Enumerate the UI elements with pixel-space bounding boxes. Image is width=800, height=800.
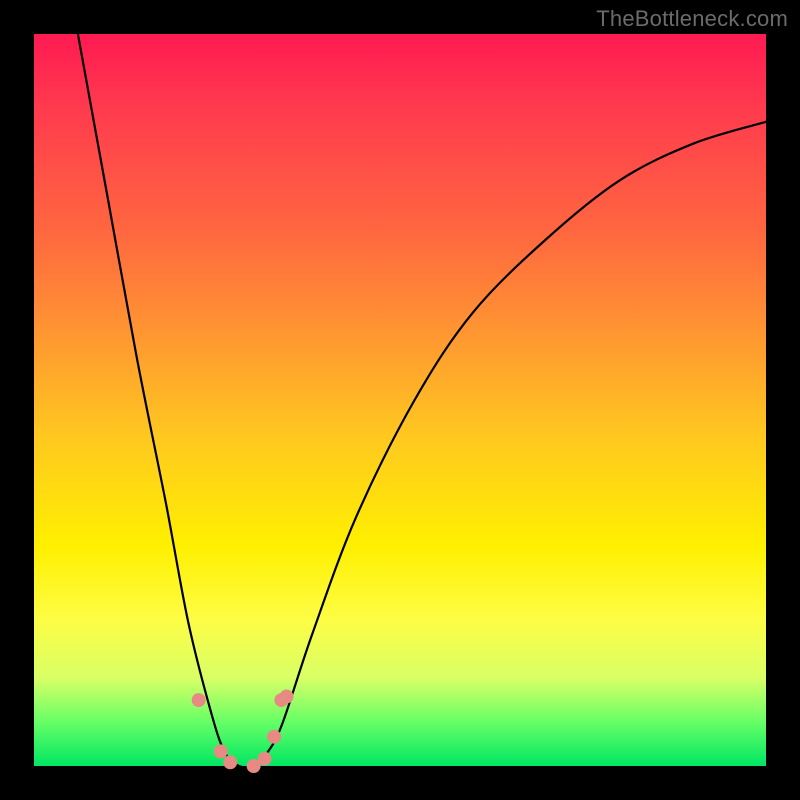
- highlight-dot: [214, 744, 228, 758]
- highlight-dot: [192, 693, 206, 707]
- bottleneck-curve: [78, 34, 766, 768]
- watermark-text: TheBottleneck.com: [596, 6, 788, 32]
- highlight-dot: [223, 755, 237, 769]
- highlight-dots: [192, 690, 294, 774]
- curve-layer: [34, 34, 766, 766]
- plot-area: [34, 34, 766, 766]
- chart-frame: TheBottleneck.com: [0, 0, 800, 800]
- highlight-dot: [258, 752, 272, 766]
- highlight-dot: [280, 690, 294, 704]
- highlight-dot: [267, 730, 281, 744]
